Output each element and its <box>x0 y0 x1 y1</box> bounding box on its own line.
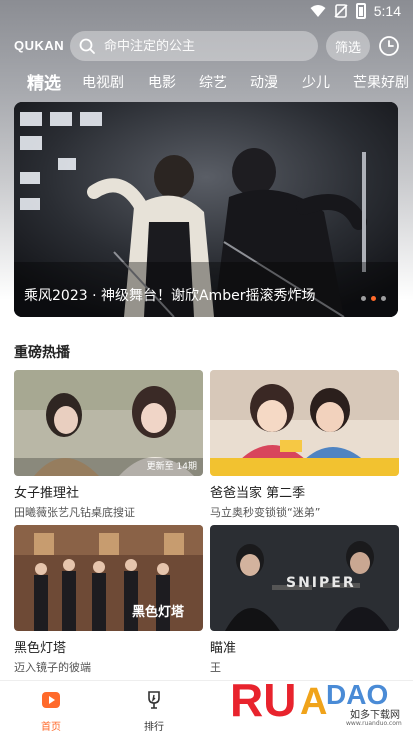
section-title: 重磅热播 <box>14 345 70 361</box>
svg-text:RU: RU <box>230 674 296 726</box>
tab-kids[interactable]: 少儿 <box>302 72 330 92</box>
update-badge: 更新至 14期 <box>146 462 197 472</box>
video-card[interactable]: 更新至 14期 女子推理社 田曦薇张艺凡钻桌底搜证 <box>14 370 203 520</box>
thumbnail-overlay-title: 黑色灯塔 <box>132 605 185 620</box>
status-bar: 5:14 <box>0 0 413 24</box>
trophy-icon <box>148 691 160 709</box>
tab-featured[interactable]: 精选 <box>27 69 61 94</box>
watermark-logo: RU A DAO 如多下载网 www.ruanduo.com <box>226 664 413 734</box>
svg-text:A: A <box>300 681 327 723</box>
play-home-icon <box>42 692 60 708</box>
watermark-url: www.ruanduo.com <box>346 720 402 727</box>
nav-home-label: 首页 <box>41 722 61 733</box>
hero-banner[interactable]: 乘风2023 · 神级舞台！谢欣Amber摇滚秀炸场 <box>14 102 398 317</box>
nav-ranking[interactable]: 排行 <box>134 689 174 733</box>
search-input[interactable] <box>104 38 304 54</box>
thumbnail-overlay-title: SNIPER <box>286 575 356 591</box>
pager-dot[interactable] <box>381 296 386 301</box>
history-clock-icon[interactable] <box>378 35 400 57</box>
card-title: 瞄准 <box>210 641 237 656</box>
search-icon <box>79 38 95 54</box>
tab-mango-dramas[interactable]: 芒果好剧 <box>353 72 409 92</box>
tab-variety[interactable]: 综艺 <box>199 72 227 92</box>
card-subtitle: 马立奥秒变锁锁“迷弟” <box>210 506 321 519</box>
banner-pager <box>361 296 386 301</box>
wifi-icon <box>310 5 326 17</box>
status-time: 5:14 <box>373 3 401 19</box>
category-tabs: 精选 电视剧 电影 综艺 动漫 少儿 芒果好剧 <box>0 66 413 98</box>
video-card[interactable]: 黑色灯塔 黑色灯塔 迈入镜子的彼端 <box>14 525 203 675</box>
card-thumbnail <box>210 370 399 476</box>
watermark-subtitle: 如多下载网 <box>350 710 400 721</box>
card-thumbnail: 更新至 14期 <box>14 370 203 476</box>
nav-ranking-label: 排行 <box>144 722 164 733</box>
card-title: 女子推理社 <box>14 486 80 501</box>
status-icons: 5:14 <box>310 3 401 19</box>
card-thumbnail: SNIPER <box>210 525 399 631</box>
pager-dot-active[interactable] <box>371 296 376 301</box>
card-subtitle: 田曦薇张艺凡钻桌底搜证 <box>14 506 135 519</box>
app-logo: QUKAN <box>14 38 65 53</box>
battery-icon <box>355 3 366 19</box>
tab-anime[interactable]: 动漫 <box>250 72 278 92</box>
no-sim-icon <box>334 4 348 18</box>
video-card[interactable]: 爸爸当家 第二季 马立奥秒变锁锁“迷弟” <box>210 370 399 520</box>
tab-movies[interactable]: 电影 <box>148 72 176 92</box>
banner-caption: 乘风2023 · 神级舞台！谢欣Amber摇滚秀炸场 <box>24 288 316 304</box>
tab-tv-series[interactable]: 电视剧 <box>82 72 124 92</box>
app-root: 5:14 QUKAN 筛选 精选 电视剧 电影 综艺 动漫 少儿 芒果好剧 <box>0 0 413 734</box>
top-bar: QUKAN 筛选 <box>0 30 413 62</box>
pager-dot[interactable] <box>361 296 366 301</box>
card-thumbnail: 黑色灯塔 <box>14 525 203 631</box>
search-box[interactable] <box>70 31 318 61</box>
filter-button[interactable]: 筛选 <box>326 31 370 61</box>
card-title: 爸爸当家 第二季 <box>210 486 306 501</box>
card-subtitle: 迈入镜子的彼端 <box>14 661 91 674</box>
video-card[interactable]: SNIPER 瞄准 王 <box>210 525 399 675</box>
nav-home[interactable]: 首页 <box>31 689 71 733</box>
card-title: 黑色灯塔 <box>14 641 67 656</box>
